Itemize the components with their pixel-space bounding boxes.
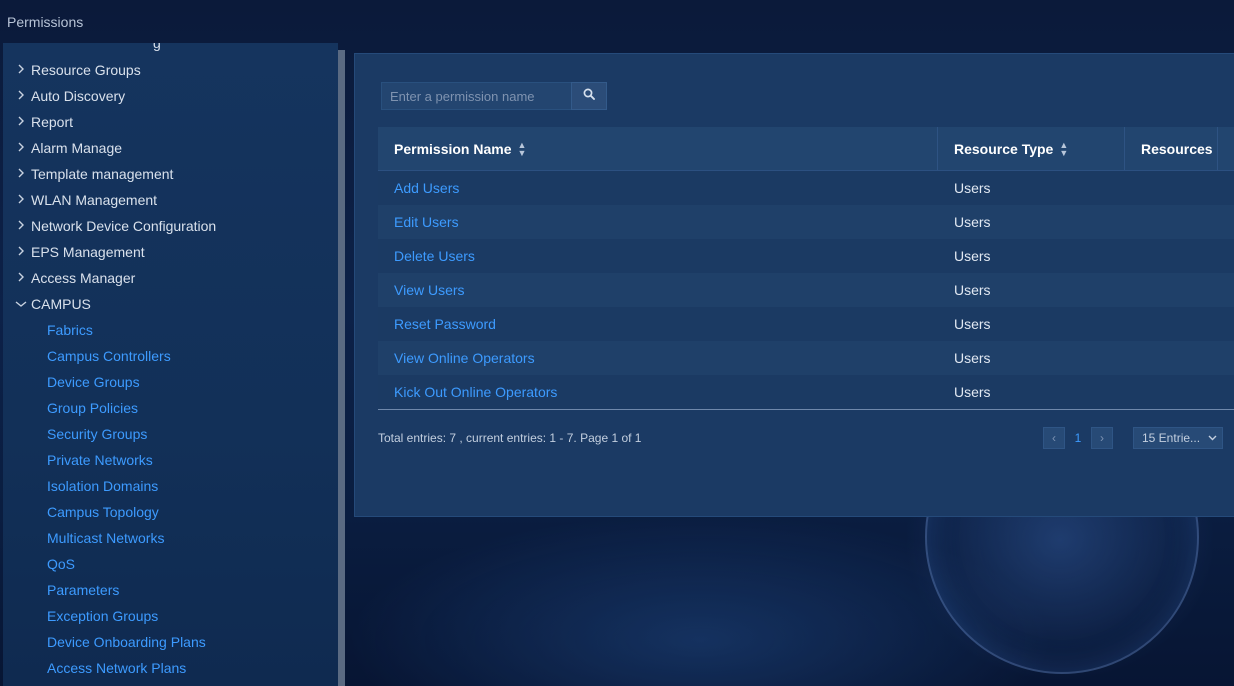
sidebar-item-device-onboarding-plans[interactable]: Device Onboarding Plans: [47, 629, 206, 655]
sidebar-item-multicast-networks[interactable]: Multicast Networks: [47, 525, 164, 551]
permission-name-link[interactable]: Kick Out Online Operators: [378, 384, 938, 400]
permissions-panel: Permission Name ▲▼ Resource Type ▲▼ Reso…: [354, 53, 1234, 517]
permission-search-input[interactable]: [381, 82, 571, 110]
sidebar-item-alarm-manage[interactable]: Alarm Manage: [3, 135, 338, 161]
next-page-button[interactable]: ›: [1091, 427, 1113, 449]
permission-name-link[interactable]: Reset Password: [378, 316, 938, 332]
chevron-left-icon: ‹: [1052, 431, 1056, 445]
table-row: Edit Users Users: [378, 205, 1234, 239]
permission-name-link[interactable]: Delete Users: [378, 248, 938, 264]
column-label: Permission Name: [394, 140, 512, 157]
search-box: [381, 82, 611, 110]
column-resources: Resources: [1125, 127, 1218, 170]
sidebar-item-access-manager[interactable]: Access Manager: [3, 265, 338, 291]
sidebar-item-network-device-configuration[interactable]: Network Device Configuration: [3, 213, 338, 239]
resource-type-cell: Users: [954, 180, 991, 196]
chevron-down-icon: [1208, 433, 1217, 444]
chevron-down-icon: [14, 297, 28, 311]
sidebar-item-auto-discovery[interactable]: Auto Discovery: [3, 83, 338, 109]
sidebar-item-private-networks[interactable]: Private Networks: [47, 447, 153, 473]
sidebar-item-label: EPS Management: [31, 244, 145, 260]
table-row: View Users Users: [378, 273, 1234, 307]
sidebar-item-label: Resource Groups: [31, 62, 141, 78]
search-button[interactable]: [571, 82, 607, 110]
page-size-select[interactable]: 15 Entrie...: [1133, 427, 1223, 449]
pagination-summary: Total entries: 7 , current entries: 1 - …: [378, 431, 642, 445]
resource-type-cell: Users: [954, 316, 991, 332]
column-permission-name[interactable]: Permission Name ▲ ▼: [378, 127, 938, 170]
table-row: Kick Out Online Operators Users: [378, 375, 1234, 409]
resource-type-cell: Users: [954, 248, 991, 264]
sidebar-item-template-management[interactable]: Template management: [3, 161, 338, 187]
table-bottom-divider: [378, 409, 1234, 410]
sort-icon[interactable]: ▲ ▼: [1059, 140, 1068, 157]
page-size-value: 15 Entrie...: [1142, 431, 1201, 445]
sidebar-item-fabrics[interactable]: Fabrics: [47, 317, 93, 343]
sidebar-item-label: Report: [31, 114, 74, 130]
sidebar-item-report[interactable]: Report: [3, 109, 338, 135]
search-icon: [583, 87, 595, 105]
sidebar-item-label: Template management: [31, 166, 174, 182]
resource-type-cell: Users: [954, 282, 991, 298]
sidebar-item-label: Access Manager: [31, 270, 136, 286]
sidebar-item-wlan-management[interactable]: WLAN Management: [3, 187, 338, 213]
previous-page-button[interactable]: ‹: [1043, 427, 1065, 449]
navigation-sidebar: g Resource Groups Auto Discovery Report Alar…: [3, 43, 338, 686]
sort-icon[interactable]: ▲ ▼: [518, 140, 527, 157]
table-row: View Online Operators Users: [378, 341, 1234, 375]
chevron-right-icon: [14, 219, 28, 233]
sidebar-item-security-groups[interactable]: Security Groups: [47, 421, 147, 447]
sidebar-item-campus-controllers[interactable]: Campus Controllers: [47, 343, 171, 369]
title-bar: Permissions: [0, 0, 1234, 44]
sidebar-item-label: Alarm Manage: [31, 140, 123, 156]
resource-type-cell: Users: [954, 214, 991, 230]
pagination: ‹ 1 › 15 Entrie... G: [1043, 427, 1234, 449]
page-title: Permissions: [7, 14, 84, 30]
sidebar-item-exception-groups[interactable]: Exception Groups: [47, 603, 158, 629]
chevron-right-icon: [14, 167, 28, 181]
permission-name-link[interactable]: Edit Users: [378, 214, 938, 230]
permission-name-link[interactable]: View Online Operators: [378, 350, 938, 366]
sidebar-item-qos[interactable]: QoS: [47, 551, 75, 577]
sidebar-item-eps-management[interactable]: EPS Management: [3, 239, 338, 265]
sidebar-item-access-network-plans[interactable]: Access Network Plans: [47, 655, 186, 681]
table-row: Delete Users Users: [378, 239, 1234, 273]
table-header: Permission Name ▲ ▼ Resource Type ▲ ▼ Reso…: [378, 127, 1234, 171]
sidebar-item-parameters[interactable]: Parameters: [47, 577, 119, 603]
sidebar-item-device-groups[interactable]: Device Groups: [47, 369, 140, 395]
chevron-right-icon: [14, 115, 28, 129]
column-resource-type[interactable]: Resource Type ▲ ▼: [938, 127, 1125, 170]
sidebar-item-campus-topology[interactable]: Campus Topology: [47, 499, 159, 525]
sidebar-item-resource-groups[interactable]: Resource Groups: [3, 57, 338, 83]
chevron-right-icon: [14, 245, 28, 259]
resource-type-cell: Users: [954, 350, 991, 366]
permission-name-link[interactable]: Add Users: [378, 180, 938, 196]
column-label: Resource Type: [954, 140, 1054, 157]
chevron-right-icon: ›: [1100, 431, 1104, 445]
sidebar-item-group-policies[interactable]: Group Policies: [47, 395, 138, 421]
permissions-table: Permission Name ▲ ▼ Resource Type ▲ ▼ Reso…: [378, 127, 1234, 410]
page-number-current[interactable]: 1: [1065, 431, 1091, 445]
chevron-right-icon: [14, 193, 28, 207]
sidebar-item-partial: g: [153, 43, 161, 51]
sidebar-item-campus[interactable]: CAMPUS: [3, 291, 338, 317]
chevron-right-icon: [14, 63, 28, 77]
sidebar-item-label: Network Device Configuration: [31, 218, 217, 234]
sidebar-scrollbar[interactable]: [338, 50, 345, 686]
permission-name-link[interactable]: View Users: [378, 282, 938, 298]
chevron-right-icon: [14, 271, 28, 285]
chevron-right-icon: [14, 89, 28, 103]
resource-type-cell: Users: [954, 384, 991, 400]
sidebar-item-label: Auto Discovery: [31, 88, 126, 104]
column-label: Resources: [1141, 140, 1213, 157]
table-row: Add Users Users: [378, 171, 1234, 205]
sidebar-item-label: CAMPUS: [31, 296, 91, 312]
chevron-right-icon: [14, 141, 28, 155]
table-body: Add Users Users Edit Users Users Delete User…: [378, 171, 1234, 409]
sidebar-item-isolation-domains[interactable]: Isolation Domains: [47, 473, 158, 499]
table-row: Reset Password Users: [378, 307, 1234, 341]
sidebar-item-label: WLAN Management: [31, 192, 158, 208]
